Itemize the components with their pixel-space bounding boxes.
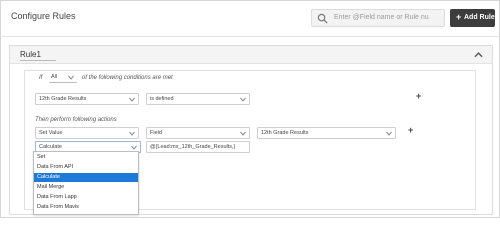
action-type-value: Set Value	[39, 130, 63, 136]
value-expression-text: @{Lead:mx_12th_Grade_Results,}	[150, 144, 236, 150]
option-label: Data From API	[37, 164, 74, 170]
dropdown-option-data-from-lapp[interactable]: Data From Lapp	[34, 193, 138, 202]
chevron-down-icon	[240, 131, 246, 136]
dropdown-option-data-from-mavis[interactable]: Data From Mavis	[34, 203, 138, 212]
chevron-down-icon	[240, 97, 246, 102]
option-label: Mail Merge	[37, 184, 65, 190]
conditions-suffix: of the following conditions are met	[82, 75, 173, 81]
plus-icon: +	[456, 12, 462, 22]
add-rule-label: Add Rule	[464, 14, 495, 21]
search-icon	[317, 13, 328, 24]
add-action-button[interactable]: +	[408, 125, 413, 135]
option-label: Set	[37, 154, 46, 160]
chevron-down-icon	[129, 97, 135, 102]
action-target-field-value: 12th Grade Results	[261, 130, 309, 136]
condition-operator-select[interactable]: is defined	[146, 93, 250, 105]
add-rule-button[interactable]: + Add Rule	[450, 9, 495, 27]
page-title: Configure Rules	[11, 11, 76, 21]
conditions-mode-select[interactable]: All	[49, 73, 77, 83]
option-label: Data From Lapp	[37, 194, 77, 200]
option-label: Calculate	[37, 174, 60, 180]
condition-operator-value: is defined	[150, 96, 174, 102]
conditions-prefix: If	[39, 75, 43, 81]
search-input[interactable]: Enter @Field name or Rule nu	[334, 14, 429, 21]
add-condition-button[interactable]: +	[416, 91, 421, 101]
dropdown-option-mail-merge[interactable]: Mail Merge	[34, 183, 138, 192]
option-label: Data From Mavis	[37, 204, 79, 210]
action-target-kind-value: Field	[150, 130, 162, 136]
value-expression-input[interactable]: @{Lead:mx_12th_Grade_Results,}	[146, 141, 250, 153]
dropdown-option-calculate[interactable]: Calculate	[34, 173, 138, 182]
value-source-value: Calculate	[39, 144, 62, 150]
chevron-down-icon	[129, 131, 135, 136]
rule-header: Rule1	[10, 46, 492, 64]
condition-field-select[interactable]: 12th Grade Results	[35, 93, 139, 105]
conditions-mode-value: All	[51, 74, 58, 80]
value-source-dropdown: Set Data From API Calculate Mail Merge D…	[33, 151, 139, 215]
chevron-down-icon	[386, 131, 392, 136]
search-box[interactable]: Enter @Field name or Rule nu	[311, 9, 445, 27]
configure-rules-window: Configure Rules Enter @Field name or Rul…	[0, 0, 500, 218]
action-target-kind-select[interactable]: Field	[146, 127, 250, 139]
rule-name-input[interactable]: Rule1	[20, 50, 56, 61]
dropdown-option-set[interactable]: Set	[34, 153, 138, 162]
condition-field-value: 12th Grade Results	[39, 96, 87, 102]
action-target-field-select[interactable]: 12th Grade Results	[257, 127, 396, 139]
chevron-down-icon	[131, 145, 137, 150]
action-type-select[interactable]: Set Value	[35, 127, 139, 139]
chevron-down-icon	[68, 75, 74, 80]
actions-label: Then perform following actions	[35, 117, 117, 123]
collapse-chevron-icon[interactable]	[474, 51, 483, 58]
header-divider	[2, 36, 500, 37]
dropdown-option-data-from-api[interactable]: Data From API	[34, 163, 138, 172]
